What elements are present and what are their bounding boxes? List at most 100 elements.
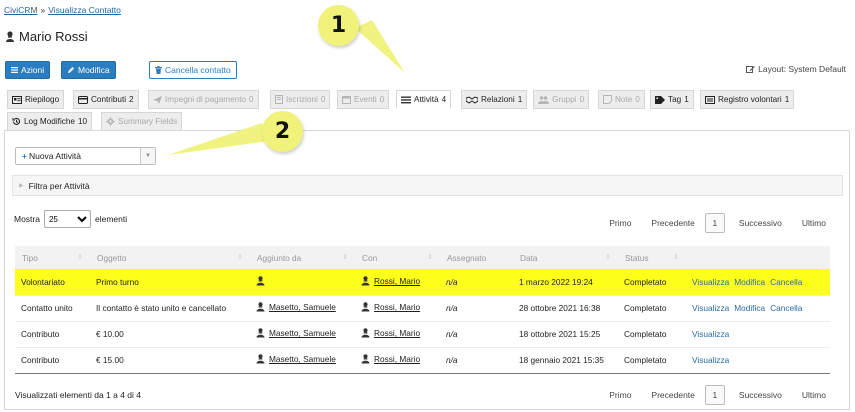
cell-assigned: n/a <box>440 321 513 348</box>
edit-square-icon <box>746 65 755 74</box>
contact-link[interactable]: Rossi, Mario <box>361 276 420 286</box>
cell-with: Rossi, Mario <box>355 269 440 296</box>
delete-contact-button[interactable]: Cancella contatto <box>149 61 237 79</box>
view-link[interactable]: Visualizza <box>692 277 729 287</box>
layout-selector[interactable]: Layout: System Default <box>746 64 846 74</box>
table-info: Visualizzati elementi da 1 a 4 di 4 <box>15 390 142 400</box>
edit-link[interactable]: Modifica <box>734 303 765 313</box>
first-page-link[interactable]: Primo <box>609 390 631 400</box>
tab-activities-label: Attività <box>414 95 439 104</box>
tab-change-log-count: 10 <box>77 117 88 126</box>
filter-label: Filtra per Attività <box>28 180 90 191</box>
column-header-with[interactable]: Con ⇕ <box>355 246 440 269</box>
column-header-type[interactable]: Tipo ⇕ <box>15 246 90 269</box>
column-header-date[interactable]: Data ⇕ <box>513 246 618 269</box>
tab-activities[interactable]: Attività 4 <box>396 90 452 109</box>
current-page-button[interactable]: 1 <box>704 385 725 405</box>
tab-pledges[interactable]: Impegni di pagamento 0 <box>148 90 259 109</box>
tab-groups-count: 0 <box>579 95 585 104</box>
person-icon <box>361 276 370 286</box>
cell-status: Completato <box>618 269 686 296</box>
column-header-added-by[interactable]: Aggiunto da ⇕ <box>250 246 355 269</box>
tab-activities-count: 4 <box>441 95 447 104</box>
column-header-subject[interactable]: Oggetto ⇕ <box>90 246 250 269</box>
cell-added-by: Masetto, Samuele <box>250 295 355 322</box>
tab-change-log[interactable]: Log Modifiche 10 <box>7 112 93 131</box>
tab-memberships[interactable]: Iscrizioni 0 <box>270 90 331 109</box>
history-icon <box>12 117 21 126</box>
summary-icon <box>12 95 22 104</box>
delete-link[interactable]: Cancella <box>770 303 802 313</box>
tab-events[interactable]: Eventi 0 <box>337 90 390 109</box>
tab-contributions[interactable]: Contributi 2 <box>73 90 139 109</box>
actions-button-label: Azioni <box>21 65 45 75</box>
column-header-status[interactable]: Status ⇕ <box>618 246 686 269</box>
contact-link[interactable]: Rossi, Mario <box>361 302 420 312</box>
contact-link[interactable]: Masetto, Samuele <box>256 302 336 312</box>
breadcrumb-home-link[interactable]: CiviCRM <box>4 5 38 15</box>
next-page-link[interactable]: Successivo <box>739 218 782 228</box>
next-page-link[interactable]: Successivo <box>739 390 782 400</box>
paper-plane-icon <box>153 95 162 104</box>
sort-icon: ⇕ <box>77 253 83 261</box>
pagination-top: Primo Precedente 1 Successivo Ultimo <box>609 213 826 233</box>
last-page-link[interactable]: Ultimo <box>802 390 826 400</box>
filter-accordion[interactable]: ▶ Filtra per Attività <box>12 175 843 196</box>
breadcrumb: CiviCRM» Visualizza Contatto <box>4 5 121 15</box>
tab-relationships[interactable]: Relazioni 1 <box>461 90 528 109</box>
cell-type: Contatto unito <box>15 295 90 322</box>
previous-page-link[interactable]: Precedente <box>651 390 694 400</box>
tab-volunteer-register-label: Registro volontari <box>718 95 782 104</box>
delete-contact-label: Cancella contatto <box>165 65 231 75</box>
cell-with: Rossi, Mario <box>355 295 440 322</box>
cell-actions: Visualizza Modifica Cancella <box>686 295 830 322</box>
contact-name: Mario Rossi <box>19 29 88 44</box>
sort-icon: ⇕ <box>427 253 433 261</box>
breadcrumb-current-link[interactable]: Visualizza Contatto <box>48 5 121 15</box>
cell-added-by <box>250 269 355 296</box>
tab-notes[interactable]: Note 0 <box>598 90 645 109</box>
view-link[interactable]: Visualizza <box>692 329 729 339</box>
edit-button[interactable]: Modifica <box>61 61 116 79</box>
view-link[interactable]: Visualizza <box>692 303 729 313</box>
tab-volunteer-register[interactable]: Registro volontari 1 <box>700 90 795 109</box>
first-page-link[interactable]: Primo <box>609 218 631 228</box>
person-icon <box>5 30 15 43</box>
sort-icon: ⇕ <box>342 253 348 261</box>
column-header-actions <box>686 246 830 269</box>
pencil-icon <box>67 66 75 74</box>
contact-link[interactable]: Masetto, Samuele <box>256 354 336 364</box>
cell-status: Completato <box>618 347 686 374</box>
contact-link[interactable]: Masetto, Samuele <box>256 328 336 338</box>
person-icon <box>361 354 370 364</box>
tab-groups-label: Gruppi <box>552 95 577 104</box>
page-length-prefix: Mostra <box>14 214 40 224</box>
page-length-select[interactable]: 25 <box>43 210 91 228</box>
actions-button[interactable]: Azioni <box>5 61 51 79</box>
tab-change-log-label: Log Modifiche <box>24 117 75 126</box>
cell-type: Contributo <box>15 321 90 348</box>
pagination-bottom: Primo Precedente 1 Successivo Ultimo <box>609 385 826 405</box>
delete-link[interactable]: Cancella <box>770 277 802 287</box>
column-header-assigned: Assegnato <box>440 246 513 269</box>
cell-subject: Primo turno <box>90 269 250 296</box>
tab-summary-fields-label: Summary Fields <box>118 117 178 126</box>
users-icon <box>538 95 549 104</box>
last-page-link[interactable]: Ultimo <box>802 218 826 228</box>
current-page-button[interactable]: 1 <box>704 213 725 233</box>
cell-date: 18 gennaio 2021 15:35 <box>513 347 618 374</box>
edit-link[interactable]: Modifica <box>734 277 765 287</box>
contact-link[interactable]: Rossi, Mario <box>361 328 420 338</box>
new-activity-dropdown[interactable]: + Nuova Attività ▼ <box>15 147 156 165</box>
view-link[interactable]: Visualizza <box>692 355 729 365</box>
tab-summary-fields[interactable]: Summary Fields <box>101 112 183 131</box>
previous-page-link[interactable]: Precedente <box>651 218 694 228</box>
contact-link[interactable]: Rossi, Mario <box>361 354 420 364</box>
table-header-row: Tipo ⇕ Oggetto ⇕ Aggiunto da ⇕ Con ⇕ Assegna… <box>15 246 830 269</box>
tab-pledges-label: Impegni di pagamento <box>165 95 247 104</box>
tab-events-count: 0 <box>379 95 385 104</box>
tab-tags[interactable]: Tag 1 <box>650 90 694 109</box>
tab-summary[interactable]: Riepilogo <box>7 90 65 109</box>
tab-tags-label: Tag <box>668 95 682 104</box>
tab-groups[interactable]: Gruppi 0 <box>533 90 590 109</box>
